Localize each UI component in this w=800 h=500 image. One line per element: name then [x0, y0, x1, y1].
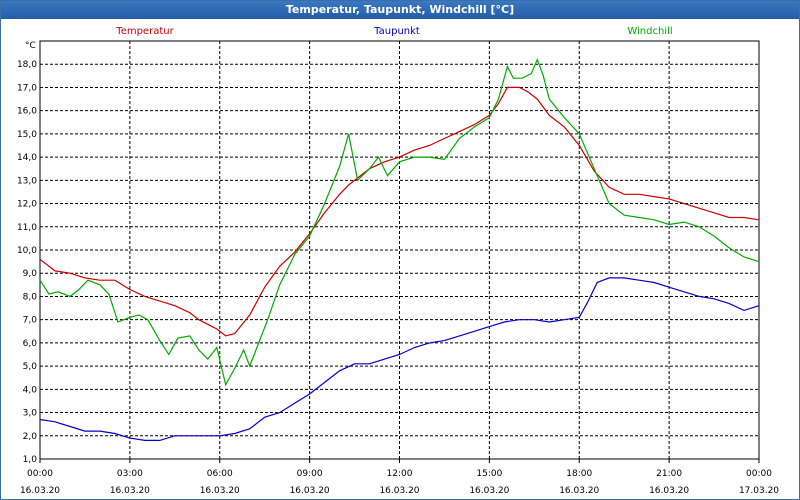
x-tick-date: 16.03.20: [110, 486, 150, 496]
x-tick-time: 06:00: [207, 469, 233, 479]
x-tick-time: 09:00: [297, 469, 323, 479]
y-tick-label: 5,0: [23, 362, 38, 372]
line-chart: 1,0 2,0 3,0 4,0 5,0 6,0 7,0 8,0 9,0 10,0 11,0 12,0 1…: [17, 26, 779, 496]
x-tick-date: 17.03.20: [739, 486, 779, 496]
y-tick-label: 1,0: [23, 455, 38, 465]
legend-item-temperatur: Temperatur: [115, 26, 174, 37]
x-tick-date: 16.03.20: [20, 486, 60, 496]
y-tick-label: 7,0: [23, 316, 38, 326]
x-tick-time: 15:00: [476, 469, 502, 479]
x-tick-date: 16.03.20: [379, 486, 419, 496]
legend-item-taupunkt: Taupunkt: [373, 26, 420, 37]
x-tick-date: 16.03.20: [559, 486, 599, 496]
y-tick-label: 8,0: [23, 292, 38, 302]
y-axis-unit: °C: [25, 41, 36, 51]
y-tick-label: 10,0: [17, 246, 37, 256]
gridlines: [39, 41, 760, 460]
y-tick-label: 17,0: [17, 83, 37, 93]
y-tick-label: 15,0: [17, 130, 37, 140]
x-tick-time: 00:00: [746, 469, 772, 479]
y-tick-label: 14,0: [17, 153, 37, 163]
x-tick-date: 16.03.20: [200, 486, 240, 496]
y-tick-label: 18,0: [17, 60, 37, 70]
x-tick-time: 03:00: [117, 469, 143, 479]
axis-labels: 1,0 2,0 3,0 4,0 5,0 6,0 7,0 8,0 9,0 10,0 11,0 12,0 1…: [17, 41, 779, 496]
y-tick-label: 11,0: [17, 223, 37, 233]
y-tick-label: 13,0: [17, 176, 37, 186]
legend-item-windchill: Windchill: [627, 26, 672, 37]
x-tick-date: 16.03.20: [649, 486, 689, 496]
y-tick-label: 9,0: [23, 269, 38, 279]
y-tick-label: 4,0: [23, 385, 38, 395]
x-tick-time: 12:00: [387, 469, 413, 479]
x-tick-time: 21:00: [656, 469, 682, 479]
y-tick-label: 3,0: [23, 409, 38, 419]
x-tick-time: 00:00: [27, 469, 53, 479]
legend: Temperatur Taupunkt Windchill: [115, 26, 672, 37]
y-tick-label: 12,0: [17, 200, 37, 210]
x-tick-date: 16.03.20: [469, 486, 509, 496]
y-tick-label: 16,0: [17, 107, 37, 117]
x-tick-time: 18:00: [566, 469, 592, 479]
y-tick-label: 2,0: [23, 432, 38, 442]
x-tick-date: 16.03.20: [290, 486, 330, 496]
y-tick-label: 6,0: [23, 339, 38, 349]
